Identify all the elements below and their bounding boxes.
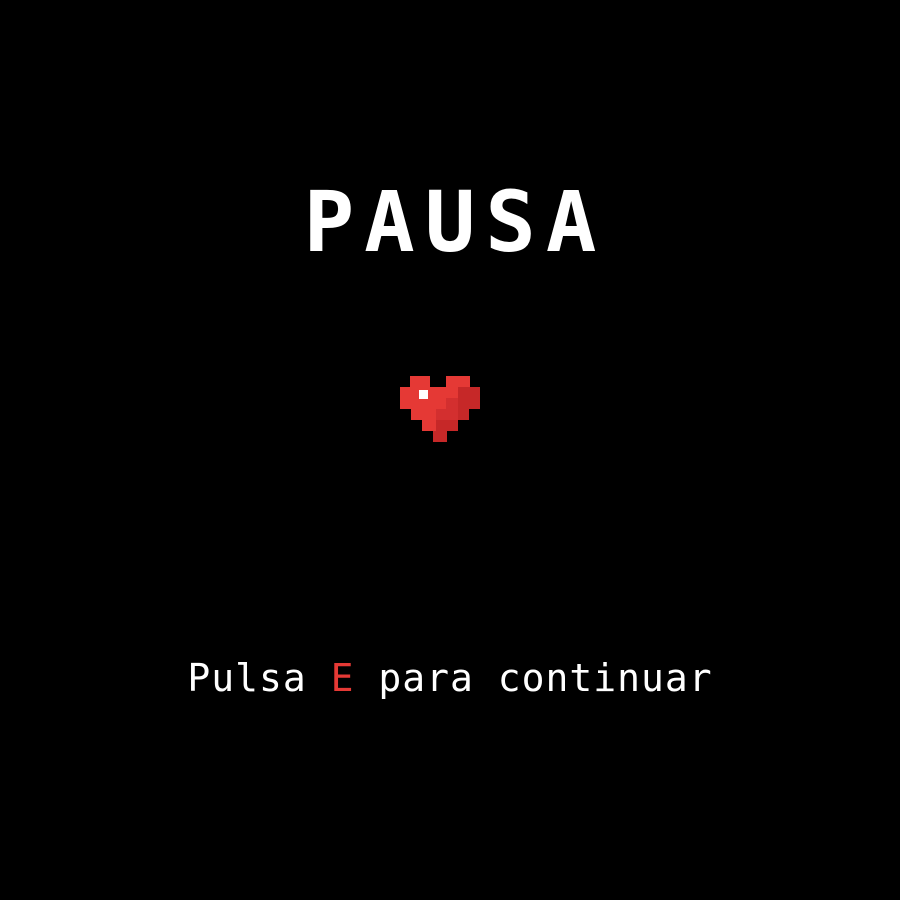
pause-title: PAUSA xyxy=(303,173,607,271)
continue-key-label: E xyxy=(330,656,355,700)
pixel-heart-icon xyxy=(400,376,480,442)
hint-text-before: Pulsa xyxy=(187,656,331,700)
continue-hint: Pulsa E para continuar xyxy=(0,656,900,700)
pause-screen: PAUSA Pulsa E para continuar xyxy=(0,0,900,900)
hint-text-after: para continuar xyxy=(354,656,713,700)
